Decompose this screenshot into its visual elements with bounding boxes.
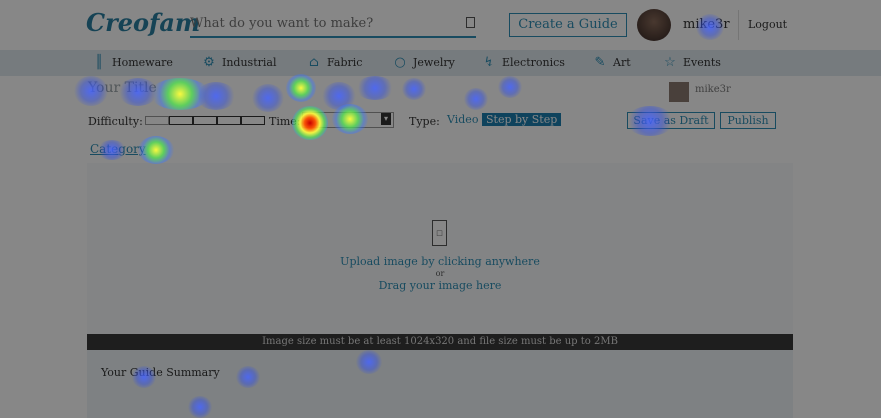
difficulty-label: Difficulty: [88,115,143,128]
category-link[interactable]: Category [90,142,146,156]
nav-label: Electronics [502,56,565,69]
save-draft-button[interactable]: Save as Draft [627,112,715,129]
search-input[interactable] [190,12,448,35]
search-bar[interactable] [190,12,476,38]
chair-icon: ║ [95,55,103,70]
lightning-icon: ↯ [483,55,495,70]
time-label: Time: [269,115,301,128]
difficulty-level-4[interactable] [217,116,241,125]
gear-icon: ⚙ [203,55,215,70]
upload-or-text: or [435,269,445,278]
nav-item-events[interactable]: ☆ Events [663,55,721,70]
nav-item-industrial[interactable]: ⚙ Industrial [202,55,276,70]
nav-item-fabric[interactable]: ⌂ Fabric [307,55,362,70]
creofam-logo[interactable]: Creofam [86,8,200,37]
type-option-step-by-step[interactable]: Step by Step [482,113,562,126]
nav-item-art[interactable]: ✎ Art [593,55,631,70]
guide-summary-field[interactable] [87,350,793,418]
publish-button[interactable]: Publish [720,112,776,129]
nav-label: Fabric [327,56,363,69]
type-label: Type: [409,115,440,128]
author-avatar [669,82,689,102]
username-link[interactable]: mike3r [683,17,730,32]
author-name: mike3r [695,84,731,95]
create-guide-button[interactable]: Create a Guide [509,13,627,37]
guide-summary-placeholder: Your Guide Summary [101,366,220,379]
logout-link[interactable]: Logout [748,18,787,31]
search-icon[interactable] [466,17,475,28]
nav-label: Events [683,56,721,69]
nav-item-jewelry[interactable]: ○ Jewelry [393,55,455,70]
nav-label: Jewelry [413,56,455,69]
pencil-icon: ✎ [594,55,606,70]
nav-item-electronics[interactable]: ↯ Electronics [482,55,565,70]
upload-instruction[interactable]: Upload image by clicking anywhere [87,255,793,268]
guide-title-input[interactable]: Your Title [88,80,157,96]
chevron-down-icon[interactable]: ▾ [381,113,391,125]
image-upload-area[interactable] [87,163,793,334]
drag-instruction[interactable]: Drag your image here [87,279,793,292]
shirt-icon: ⌂ [309,55,319,70]
header-divider [738,10,739,40]
category-nav: ║ Homeware ⚙ Industrial ⌂ Fabric ○ Jewelry ↯… [0,50,881,76]
difficulty-level-2[interactable] [169,116,193,125]
difficulty-level-1[interactable] [145,116,169,125]
nav-label: Industrial [222,56,277,69]
type-option-video[interactable]: Video [447,113,478,126]
image-icon: □ [432,220,447,246]
difficulty-level-3[interactable] [193,116,217,125]
nav-label: Art [613,56,631,69]
nav-label: Homeware [112,56,173,69]
difficulty-level-5[interactable] [241,116,265,125]
image-size-notice: Image size must be at least 1024x320 and… [87,334,793,350]
star-icon: ☆ [664,55,676,70]
ring-icon: ○ [394,55,406,70]
avatar[interactable] [637,9,671,41]
nav-item-homeware[interactable]: ║ Homeware [92,55,173,70]
